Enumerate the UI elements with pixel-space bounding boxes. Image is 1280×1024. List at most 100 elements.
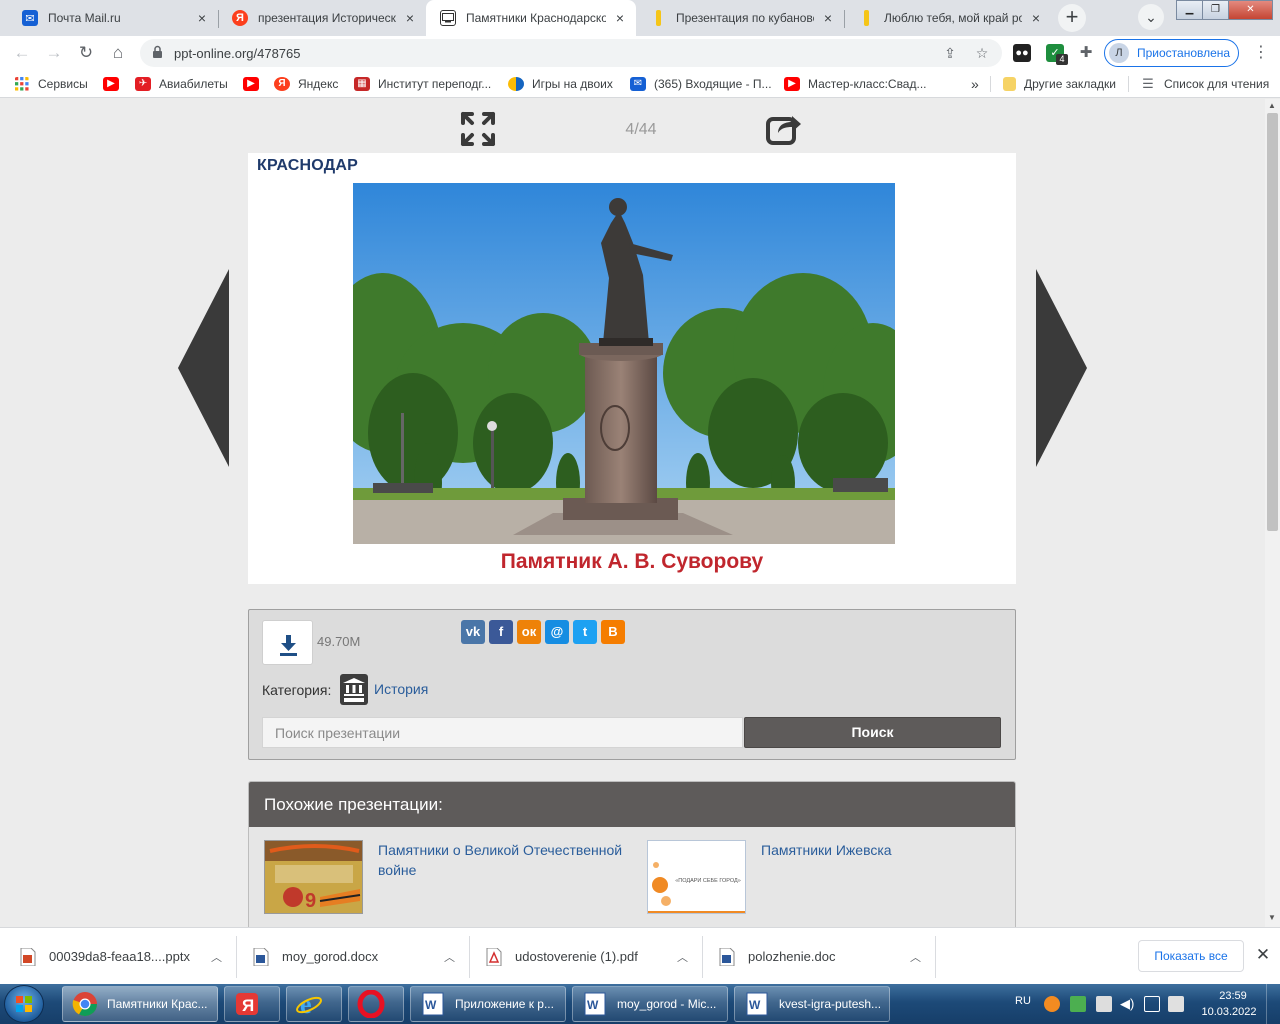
word-icon: W (422, 992, 444, 1016)
bookmark-aviatickets[interactable]: ✈ Авиабилеты (135, 75, 228, 93)
download-button[interactable] (262, 620, 313, 665)
tab-yandex-search[interactable]: Я презентация Исторически × (218, 0, 426, 36)
forward-arrow-icon[interactable]: → (42, 41, 66, 65)
taskbar-opera[interactable] (348, 986, 404, 1022)
bookmark-youtube[interactable]: ▶ (103, 75, 127, 93)
tab-mail[interactable]: ✉ Почта Mail.ru × (8, 0, 218, 36)
similar-thumbnail-2[interactable]: «ПОДАРИ СЕБЕ ГОРОД» (647, 840, 746, 914)
close-icon[interactable]: × (1028, 10, 1044, 26)
reading-list[interactable]: ☰ Список для чтения (1140, 75, 1269, 93)
new-tab-button[interactable]: + (1058, 4, 1086, 32)
bookmark-services[interactable]: Сервисы (14, 75, 88, 93)
bookmark-games[interactable]: Игры на двоих (508, 75, 613, 93)
odnoklassniki-icon[interactable]: ок (517, 620, 541, 644)
chevron-up-icon[interactable]: ︿ (910, 949, 924, 965)
show-all-downloads-button[interactable]: Показать все (1138, 940, 1244, 972)
power-icon[interactable] (1168, 996, 1184, 1012)
next-slide-arrow[interactable] (1036, 269, 1087, 467)
close-icon[interactable]: ✕ (1253, 945, 1273, 965)
taskbar-word-window[interactable]: W kvest-igra-putesh... (734, 986, 890, 1022)
monument-photo (353, 183, 895, 544)
close-icon[interactable]: × (194, 10, 210, 26)
taskbar-word-window[interactable]: W moy_gorod - Mic... (572, 986, 728, 1022)
file-size: 49.70M (317, 634, 361, 649)
download-divider (935, 936, 936, 978)
share-icon[interactable]: ⇪ (940, 43, 960, 63)
taskbar-internet-explorer[interactable]: e (286, 986, 342, 1022)
language-indicator[interactable]: RU (1015, 995, 1031, 1007)
close-icon[interactable]: × (820, 10, 836, 26)
facebook-icon[interactable]: f (489, 620, 513, 644)
search-button[interactable]: Поиск (744, 717, 1001, 748)
close-icon[interactable]: × (402, 10, 418, 26)
similar-title-link[interactable]: Памятники Ижевска (761, 840, 1011, 860)
bookmark-yandex[interactable]: Я Яндекс (274, 75, 338, 93)
search-presentation-input[interactable] (262, 717, 743, 748)
moimir-icon[interactable]: @ (545, 620, 569, 644)
reload-icon[interactable]: ↻ (74, 41, 98, 65)
bookmark-master-class[interactable]: ▶ Мастер-класс:Свад... (784, 75, 927, 93)
scroll-up-arrow-icon[interactable]: ▲ (1268, 101, 1276, 110)
tab-active-ppt-online[interactable]: Памятники Краснодарско × (426, 0, 636, 36)
security-icon[interactable] (1070, 996, 1086, 1012)
minimize-button[interactable]: ▁ (1176, 0, 1203, 20)
similar-heading: Похожие презентации: (264, 795, 443, 814)
bookmark-folder-other[interactable]: Другие закладки (1003, 75, 1116, 93)
bookmark-outlook[interactable]: ✉ (365) Входящие - П... (630, 75, 772, 93)
similar-thumbnail-1[interactable]: 9 (264, 840, 363, 914)
scrollbar-thumb[interactable] (1267, 113, 1278, 531)
similar-title-link[interactable]: Памятники о Великой Отечественной войне (378, 840, 628, 880)
lock-icon[interactable] (152, 45, 163, 59)
taskbar-word-window[interactable]: W Приложение к р... (410, 986, 566, 1022)
download-item[interactable]: 00039da8-feaa18....pptx ︿ (20, 928, 225, 985)
puzzle-icon[interactable]: ✚ (1077, 44, 1095, 62)
folder-icon (1003, 77, 1016, 91)
extension-icon[interactable]: ●● (1013, 44, 1031, 62)
ppt-online-icon (440, 10, 456, 26)
clock-time[interactable]: 23:59 (1206, 990, 1260, 1002)
start-button[interactable] (4, 985, 44, 1023)
share-arrow-icon[interactable] (766, 111, 802, 147)
bookmark-label: Другие закладки (1024, 77, 1116, 91)
close-icon[interactable]: × (612, 10, 628, 26)
download-shelf: 00039da8-feaa18....pptx ︿ moy_gorod.docx… (0, 927, 1280, 984)
volume-icon[interactable]: ◀) (1120, 996, 1136, 1012)
download-item[interactable]: moy_gorod.docx ︿ (253, 928, 458, 985)
bookmarks-overflow-chevron[interactable]: » (971, 75, 979, 93)
network-icon[interactable] (1144, 996, 1160, 1012)
url-text[interactable]: ppt-online.org/478765 (174, 46, 301, 61)
profile-button[interactable]: Л Приостановлена (1104, 39, 1239, 67)
page-scrollbar[interactable]: ▲ ▼ (1265, 99, 1280, 927)
tab-love-my-land[interactable]: Люблю тебя, мой край ро × (844, 0, 1052, 36)
tab-kuban-presentation[interactable]: Презентация по кубанове × (636, 0, 844, 36)
scroll-down-arrow-icon[interactable]: ▼ (1268, 913, 1276, 922)
bookmark-star-icon[interactable]: ☆ (972, 43, 992, 63)
category-link[interactable]: История (374, 681, 428, 697)
clock-date[interactable]: 10.03.2022 (1196, 1006, 1262, 1018)
bookmark-label: (365) Входящие - П... (654, 77, 772, 91)
show-desktop-button[interactable] (1266, 984, 1280, 1024)
previous-slide-arrow[interactable] (178, 269, 229, 467)
taskbar-chrome[interactable]: Памятники Крас... (62, 986, 218, 1022)
fullscreen-icon[interactable] (460, 111, 496, 147)
twitter-icon[interactable]: t (573, 620, 597, 644)
bookmark-youtube[interactable]: ▶ (243, 75, 267, 93)
restore-button[interactable]: ❐ (1202, 0, 1229, 20)
menu-dots-icon[interactable]: ⋮ (1252, 44, 1270, 62)
window-close-button[interactable]: ✕ (1228, 0, 1273, 20)
address-bar[interactable]: ppt-online.org/478765 ⇪ ☆ (140, 39, 1002, 67)
home-icon[interactable]: ⌂ (106, 41, 130, 65)
tab-search-button[interactable]: ⌄ (1138, 4, 1164, 30)
chevron-up-icon[interactable]: ︿ (677, 949, 691, 965)
avast-icon[interactable] (1044, 996, 1060, 1012)
chevron-up-icon[interactable]: ︿ (211, 949, 225, 965)
download-item[interactable]: polozhenie.doc ︿ (719, 928, 924, 985)
taskbar-yandex-browser[interactable]: Я (224, 986, 280, 1022)
chevron-up-icon[interactable]: ︿ (444, 949, 458, 965)
download-item[interactable]: udostoverenie (1).pdf ︿ (486, 928, 691, 985)
vk-icon[interactable]: vk (461, 620, 485, 644)
flag-icon[interactable] (1096, 996, 1112, 1012)
back-arrow-icon[interactable]: ← (10, 41, 34, 65)
bookmark-institute[interactable]: ▦ Институт переподг... (354, 75, 491, 93)
blogger-icon[interactable]: B (601, 620, 625, 644)
